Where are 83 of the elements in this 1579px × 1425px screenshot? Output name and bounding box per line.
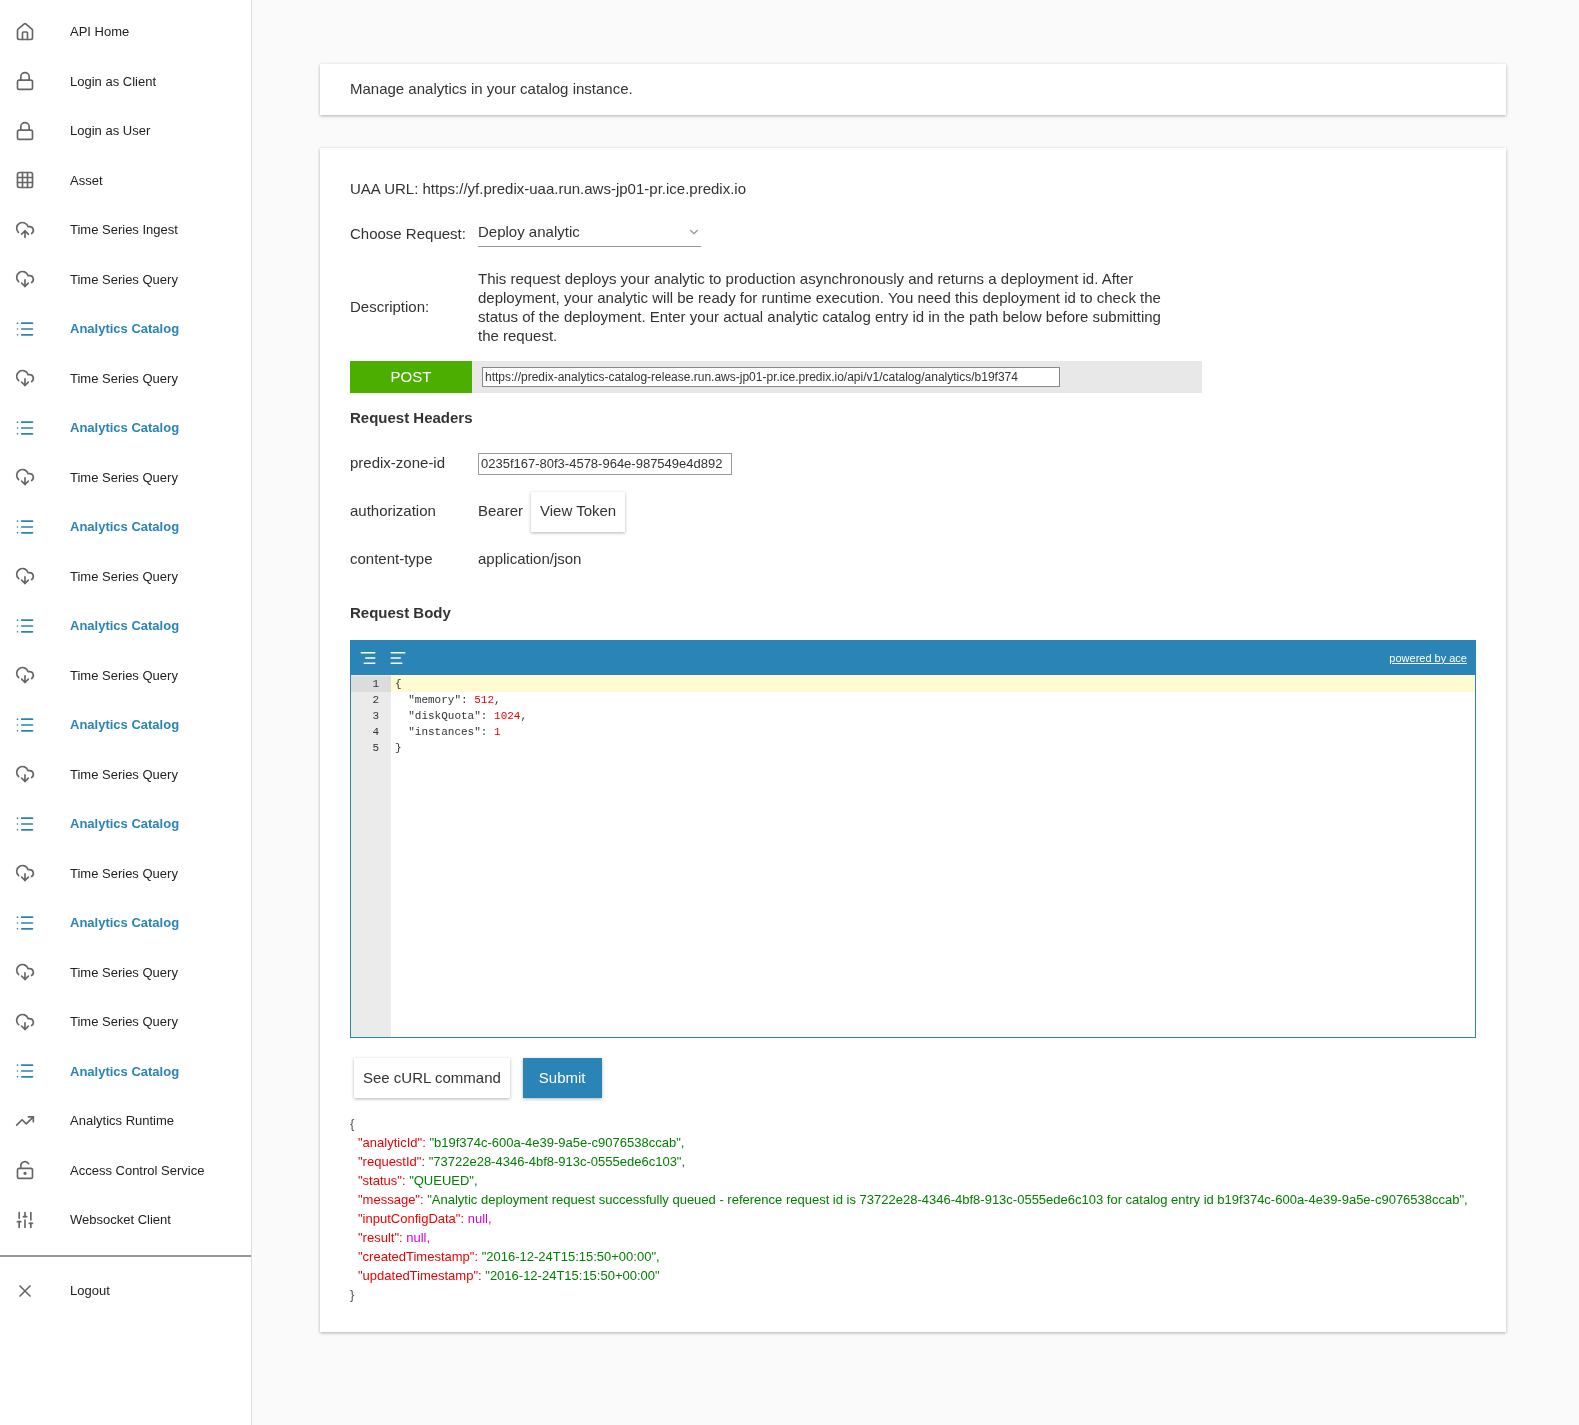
request-body-title: Request Body <box>350 602 452 623</box>
sidebar-item[interactable]: Analytics Catalog <box>0 799 251 849</box>
sidebar-item[interactable]: API Home <box>0 7 251 57</box>
response-line: "inputConfigData": null, <box>358 1210 493 1228</box>
header-name: predix-zone-id <box>350 453 447 474</box>
sidebar-item[interactable]: Asset <box>0 155 251 205</box>
intro-text: Manage analytics in your catalog instance. <box>350 79 633 100</box>
sidebar-item[interactable]: Time Series Query <box>0 353 251 403</box>
response-line: "message": "Analytic deployment request successfully queued - reference request id is 73722e28-4346-4bf8-913c-0555ede6c103 for catalog entry id b19f374c-600a-4e39-9a5e-c9076538ccab", <box>358 1191 1469 1209</box>
sidebar-item[interactable]: Time Series Query <box>0 650 251 700</box>
line-number: 5 <box>371 741 380 756</box>
request-dropdown[interactable]: Deploy analytic <box>478 220 701 247</box>
code-line: "memory": 512, <box>407 693 502 708</box>
header-name: authorization <box>350 501 437 522</box>
line-number: 1 <box>351 676 391 692</box>
response-line: "requestId": "73722e28-4346-4bf8-913c-0555ede6c103", <box>358 1153 687 1171</box>
cloud-download-icon <box>15 467 35 488</box>
submit-button[interactable]: Submit <box>522 1058 602 1098</box>
cloud-download-icon <box>15 665 35 686</box>
sidebar-item[interactable]: Analytics Catalog <box>0 403 251 453</box>
header-value: application/json <box>478 549 582 570</box>
code-line: "instances": 1 <box>407 725 502 740</box>
sidebar-item[interactable]: Analytics Catalog <box>0 601 251 651</box>
header-value: Bearer <box>478 501 524 522</box>
home-icon <box>15 21 35 42</box>
sidebar-item[interactable]: Time Series Ingest <box>0 205 251 255</box>
cloud-download-icon <box>15 764 35 785</box>
powered-by-link[interactable]: powered by ace <box>1389 649 1467 667</box>
uaa-url-text: UAA URL: https://yf.predix-uaa.run.aws-jp01-pr.ice.predix.io <box>350 179 747 199</box>
response-brace: { <box>350 1115 356 1133</box>
sidebar-item[interactable]: Time Series Query <box>0 997 251 1047</box>
response-line: "result": null, <box>358 1229 432 1247</box>
header-value-field[interactable]: 0235f167-80f3-4578-964e-987549e4d892 <box>478 452 732 475</box>
line-number: 2 <box>371 693 380 708</box>
choose-request-label: Choose Request: <box>350 223 467 244</box>
url-field[interactable]: https://predix-analytics-catalog-release.run.aws-jp01-pr.ice.predix.io/api/v1/catalog/analytics/b19f374 <box>482 367 1060 387</box>
sidebar-item[interactable]: Time Series Query <box>0 848 251 898</box>
format-icon[interactable] <box>359 649 377 667</box>
sidebar-item[interactable]: Time Series Query <box>0 254 251 304</box>
response-line: "status": "QUEUED", <box>358 1172 479 1190</box>
cloud-download-icon <box>15 566 35 587</box>
cloud-upload-icon <box>15 219 35 240</box>
sidebar-item[interactable]: Analytics Catalog <box>0 304 251 354</box>
sidebar-item[interactable]: Time Series Query <box>0 749 251 799</box>
sidebar-item[interactable]: Time Series Query <box>0 947 251 997</box>
lock-icon <box>15 120 35 141</box>
view-token-button[interactable]: View Token <box>531 491 626 532</box>
header-name: content-type <box>350 549 434 570</box>
cloud-download-icon <box>15 863 35 884</box>
sidebar-item[interactable]: Analytics Catalog <box>0 700 251 750</box>
cloud-download-icon <box>15 269 35 290</box>
sidebar-item[interactable]: Analytics Catalog <box>0 502 251 552</box>
description-text: This request deploys your analytic to production asynchronously and returns a deployment id. After deployment, your analytic will be ready for runtime execution. You need this deployment id to check the status of the deployment. Enter your actual analytic catalog entry id in the path below before submitting the request. <box>478 269 1162 345</box>
code-line: "diskQuota": 1024, <box>407 709 529 724</box>
response-line: "createdTimestamp": "2016-12-24T15:15:50+00:00", <box>358 1248 661 1266</box>
response-line: "analyticId": "b19f374c-600a-4e39-9a5e-c9076538ccab", <box>358 1134 686 1152</box>
sidebar-item[interactable]: Time Series Query <box>0 452 251 502</box>
cloud-download-icon <box>15 1011 35 1032</box>
line-number: 3 <box>371 709 380 724</box>
padlock-icon <box>15 1160 35 1181</box>
code-line: } <box>394 741 403 756</box>
lock-icon <box>15 71 35 92</box>
sidebar-item[interactable]: Analytics Catalog <box>0 1046 251 1096</box>
sliders-icon <box>15 1209 35 1230</box>
grid-icon <box>15 170 35 191</box>
sidebar-item[interactable]: Access Control Service <box>0 1145 251 1195</box>
cloud-download-icon <box>15 962 35 983</box>
sidebar-item[interactable]: Time Series Query <box>0 551 251 601</box>
line-number: 4 <box>371 725 380 740</box>
sidebar-item[interactable]: Websocket Client <box>0 1195 251 1245</box>
method-badge: POST <box>350 361 472 393</box>
sidebar-item[interactable]: Analytics Catalog <box>0 898 251 948</box>
description-label: Description: <box>350 296 431 317</box>
sidebar-item[interactable]: Analytics Runtime <box>0 1096 251 1146</box>
request-headers-title: Request Headers <box>350 408 474 428</box>
sidebar-item[interactable]: Login as Client <box>0 56 251 106</box>
cloud-download-icon <box>15 368 35 389</box>
curl-button[interactable]: See cURL command <box>354 1058 510 1098</box>
response-line: "updatedTimestamp": "2016-12-24T15:15:50+00:00" <box>358 1267 661 1285</box>
logout-item[interactable]: Logout <box>0 1266 251 1315</box>
response-brace: } <box>350 1286 356 1304</box>
compact-icon[interactable] <box>389 649 407 667</box>
sidebar-item[interactable]: Login as User <box>0 106 251 156</box>
